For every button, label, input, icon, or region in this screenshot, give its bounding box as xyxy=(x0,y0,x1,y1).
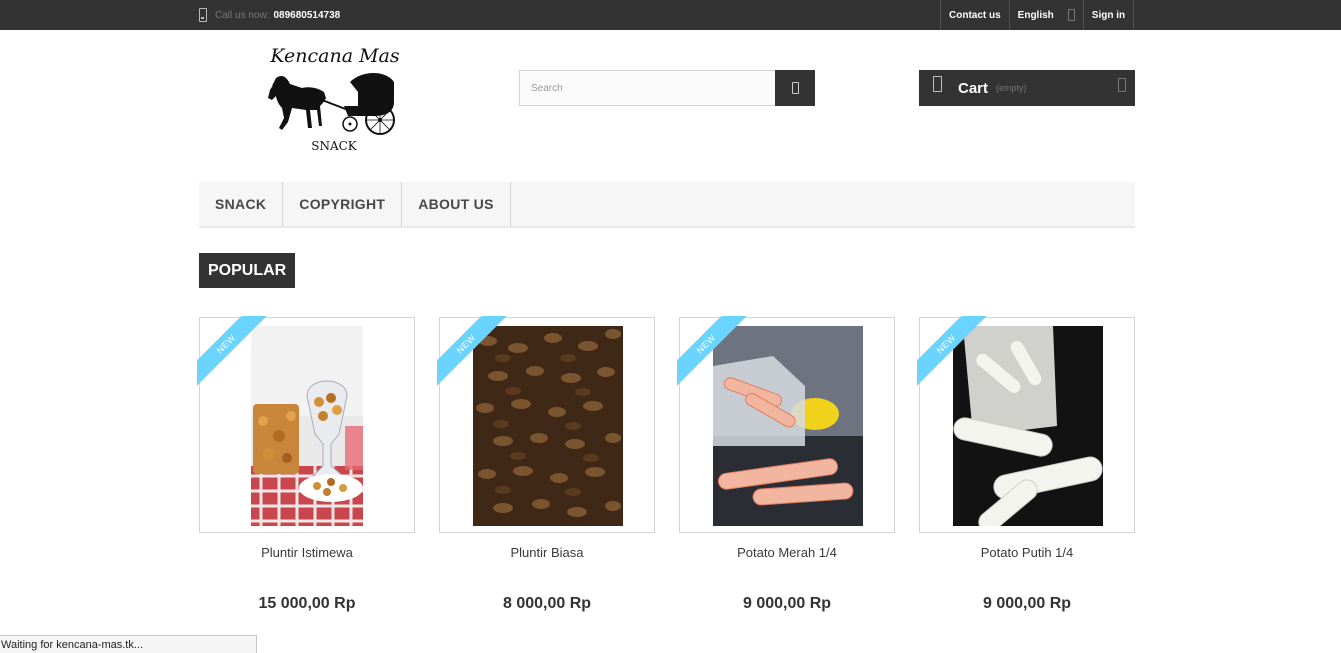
product-image-frame[interactable]: NEW xyxy=(677,316,895,533)
product-price: 9 000,00 Rp xyxy=(742,595,832,612)
product-name[interactable]: Pluntir Biasa xyxy=(439,545,655,560)
top-links: Contact us English Sign in xyxy=(940,0,1135,30)
search-button[interactable] xyxy=(775,70,815,106)
cart-icon xyxy=(933,76,942,92)
new-badge: NEW xyxy=(677,316,747,386)
cart-status: (empty) xyxy=(996,83,1027,93)
sign-in-link[interactable]: Sign in xyxy=(1082,0,1135,30)
product-name[interactable]: Potato Merah 1/4 xyxy=(679,545,895,560)
chevron-down-icon xyxy=(1067,9,1075,21)
menu-item-about-us[interactable]: ABOUT US xyxy=(402,182,511,226)
main-menu: SNACK COPYRIGHT ABOUT US xyxy=(199,182,1135,228)
new-badge-label: NEW xyxy=(437,316,507,386)
new-badge-label: NEW xyxy=(677,316,747,386)
product-name[interactable]: Pluntir Istimewa xyxy=(199,545,415,560)
product-image-frame[interactable]: NEW xyxy=(437,316,655,533)
product-price: 8 000,00 Rp xyxy=(502,595,592,612)
product-card[interactable]: NEW Pluntir Istimewa 15 000,00 Rp xyxy=(197,316,415,612)
logo-image: Kencana Mas SNACK xyxy=(268,45,400,153)
svg-text:SNACK: SNACK xyxy=(311,139,358,153)
chevron-down-icon xyxy=(1118,78,1126,92)
search-icon xyxy=(791,82,799,94)
cart-label: Cart xyxy=(958,79,989,97)
product-name[interactable]: Potato Putih 1/4 xyxy=(919,545,1135,560)
top-bar: Call us now: 089680514738 Contact us Eng… xyxy=(0,0,1341,30)
phone-icon xyxy=(199,8,207,22)
product-image-frame[interactable]: NEW xyxy=(197,316,415,533)
new-badge-label: NEW xyxy=(197,316,267,386)
new-badge: NEW xyxy=(917,316,987,386)
menu-item-snack[interactable]: SNACK xyxy=(199,182,284,226)
phone-number: 089680514738 xyxy=(273,9,341,21)
contact-us-link[interactable]: Contact us xyxy=(940,0,1009,30)
browser-status-bar: Waiting for kencana-mas.tk... xyxy=(0,635,257,653)
product-price: 9 000,00 Rp xyxy=(982,595,1072,612)
call-prefix: Call us now: xyxy=(215,9,270,21)
language-label: English xyxy=(1017,9,1054,21)
cart-button[interactable]: Cart (empty) xyxy=(919,70,1135,106)
product-price: 15 000,00 Rp xyxy=(258,595,356,612)
tab-popular[interactable]: POPULAR xyxy=(199,253,296,288)
product-card[interactable]: NEW Pluntir Biasa 8 000,00 Rp xyxy=(437,316,655,612)
contact-us-label: Contact us xyxy=(949,9,1001,21)
sign-in-label: Sign in xyxy=(1091,9,1126,21)
product-photo[interactable] xyxy=(251,326,363,526)
menu-item-copyright[interactable]: COPYRIGHT xyxy=(283,182,403,226)
new-badge-label: NEW xyxy=(917,316,987,386)
new-badge: NEW xyxy=(437,316,507,386)
call-us: Call us now: 089680514738 xyxy=(199,0,340,30)
new-badge: NEW xyxy=(197,316,267,386)
product-card[interactable]: NEW Potato Putih 1/4 9 000,00 Rp xyxy=(917,316,1135,612)
language-selector[interactable]: English xyxy=(1008,0,1083,30)
svg-text:Kencana Mas: Kencana Mas xyxy=(269,45,400,67)
search-input[interactable]: Search xyxy=(519,70,776,106)
product-card[interactable]: NEW Potato Merah 1/4 9 000,00 Rp xyxy=(677,316,895,612)
site-logo[interactable]: Kencana Mas SNACK xyxy=(262,42,408,157)
product-image-frame[interactable]: NEW xyxy=(917,316,1135,533)
